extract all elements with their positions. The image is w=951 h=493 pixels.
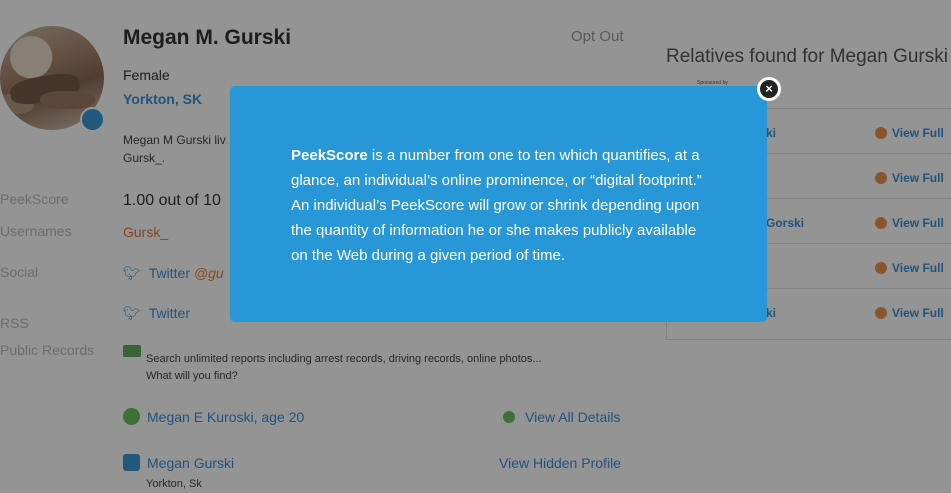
modal-description: is a number from one to ten which quanti… — [291, 147, 702, 264]
peekscore-info-modal: PeekScore is a number from one to ten wh… — [230, 86, 767, 322]
close-button[interactable]: × — [757, 77, 781, 101]
close-icon: × — [760, 80, 778, 98]
modal-text: PeekScore is a number from one to ten wh… — [291, 143, 716, 268]
modal-term: PeekScore — [291, 147, 368, 164]
